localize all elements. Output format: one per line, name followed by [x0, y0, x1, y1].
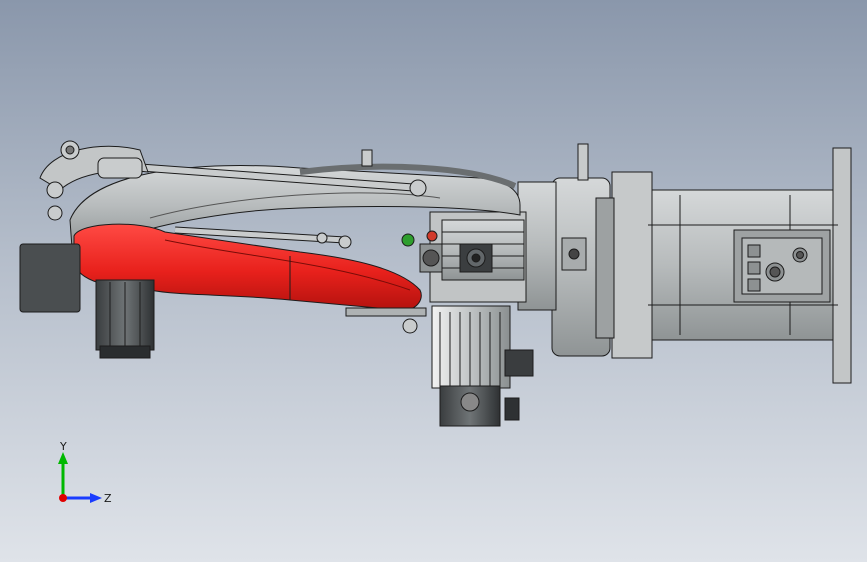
y-axis-label: Y	[59, 440, 67, 453]
z-axis	[63, 493, 102, 503]
base-flange	[611, 147, 852, 384]
rotary-drum	[551, 143, 615, 357]
y-axis	[58, 452, 68, 498]
view-triad: Y Z	[58, 440, 112, 505]
x-axis	[59, 494, 67, 502]
graphics-viewport[interactable]: Y Z	[0, 0, 867, 562]
vertical-motor	[431, 305, 534, 427]
robot-arm-model[interactable]	[0, 0, 867, 562]
z-axis-label: Z	[104, 492, 112, 505]
